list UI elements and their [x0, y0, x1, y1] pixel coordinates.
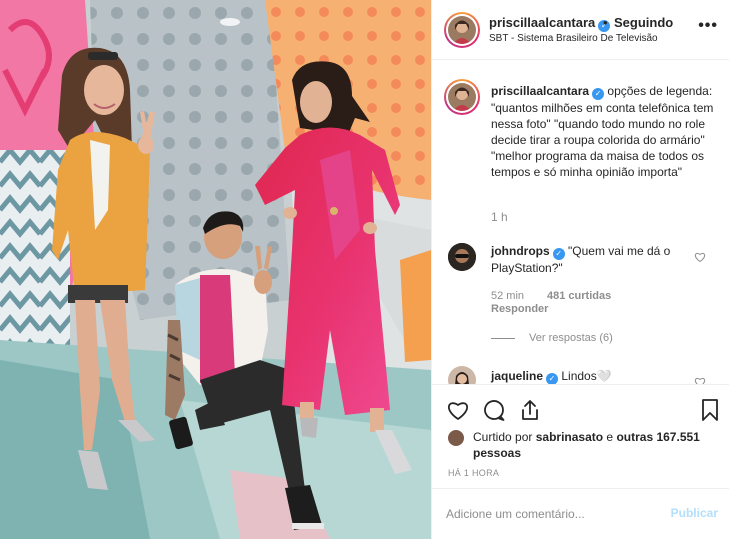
- instagram-post-modal: priscillaalcantara ✓ • Seguindo SBT - Sis…: [0, 0, 729, 539]
- view-replies-text: Ver respostas (6): [529, 332, 613, 344]
- likes-prefix: Curtido por: [473, 430, 533, 444]
- verified-badge-icon: ✓: [552, 248, 565, 260]
- post-author-username-text: priscillaalcantara: [489, 15, 596, 30]
- post-header: priscillaalcantara ✓ • Seguindo SBT - Sis…: [432, 0, 729, 60]
- comment-text: Lindos🤍: [561, 369, 612, 383]
- bookmark-icon[interactable]: [698, 398, 722, 422]
- post-location[interactable]: SBT - Sistema Brasileiro De Televisão: [489, 33, 658, 44]
- view-replies-button[interactable]: Ver respostas (6): [491, 332, 613, 344]
- post-caption: priscillaalcantara ✓ opções de legenda: "…: [491, 83, 719, 180]
- caption-avatar[interactable]: [448, 83, 476, 111]
- likes-conjunction: e: [606, 430, 614, 444]
- comment-avatar[interactable]: [448, 243, 476, 271]
- post-actions: Curtido por sabrinasato e outras 167.551…: [432, 384, 729, 487]
- caption-time: 1 h: [491, 210, 508, 224]
- verified-badge-icon: ✓: [592, 88, 605, 100]
- comment-item: jaqueline ✓ Lindos🤍: [432, 366, 729, 384]
- comment-time[interactable]: 52 min: [491, 290, 524, 302]
- avatar-image: [448, 16, 476, 44]
- comment-text-block: jaqueline ✓ Lindos🤍: [491, 368, 691, 384]
- separator-dot: •: [603, 15, 608, 30]
- post-sidebar: priscillaalcantara ✓ • Seguindo SBT - Sis…: [431, 0, 729, 539]
- comment-avatar[interactable]: [448, 366, 476, 384]
- likes-summary[interactable]: Curtido por sabrinasato e outras 167.551…: [473, 429, 713, 461]
- verified-badge-icon: ✓: [546, 373, 559, 384]
- publish-button[interactable]: Publicar: [671, 506, 718, 520]
- caption-username[interactable]: priscillaalcantara: [491, 84, 589, 98]
- comment-like-heart-icon[interactable]: [694, 376, 706, 384]
- comment-avatar-image: [448, 243, 476, 271]
- more-options-icon[interactable]: •••: [698, 17, 718, 35]
- comment-bubble-icon[interactable]: [482, 398, 506, 422]
- heart-icon[interactable]: [446, 398, 470, 422]
- reply-button[interactable]: Responder: [491, 303, 548, 315]
- comment-likes[interactable]: 481 curtidas: [547, 290, 611, 302]
- share-icon[interactable]: [518, 398, 542, 422]
- post-photo[interactable]: [0, 0, 431, 539]
- post-author-username[interactable]: priscillaalcantara ✓: [489, 15, 611, 32]
- post-timestamp[interactable]: HÁ 1 HORA: [448, 468, 499, 478]
- liker-avatar[interactable]: [448, 430, 464, 446]
- following-button[interactable]: Seguindo: [614, 15, 673, 30]
- add-comment-bar: Publicar: [432, 488, 729, 539]
- comment-username[interactable]: jaqueline: [491, 369, 543, 383]
- liker-username[interactable]: sabrinasato: [536, 430, 603, 444]
- comment-item: johndrops ✓ "Quem vai me dá o PlayStation…: [432, 241, 729, 331]
- comments-list[interactable]: priscillaalcantara ✓ opções de legenda: "…: [432, 61, 729, 384]
- avatar[interactable]: [448, 16, 476, 44]
- replies-line: [491, 337, 515, 339]
- comment-like-heart-icon[interactable]: [694, 251, 706, 263]
- comment-input[interactable]: [446, 504, 656, 524]
- comment-username[interactable]: johndrops: [491, 244, 550, 258]
- caption-avatar-image: [448, 83, 476, 111]
- comment-avatar-image: [448, 366, 476, 384]
- comment-text-block: johndrops ✓ "Quem vai me dá o PlayStation…: [491, 243, 691, 276]
- post-photo-illustration: [0, 0, 431, 539]
